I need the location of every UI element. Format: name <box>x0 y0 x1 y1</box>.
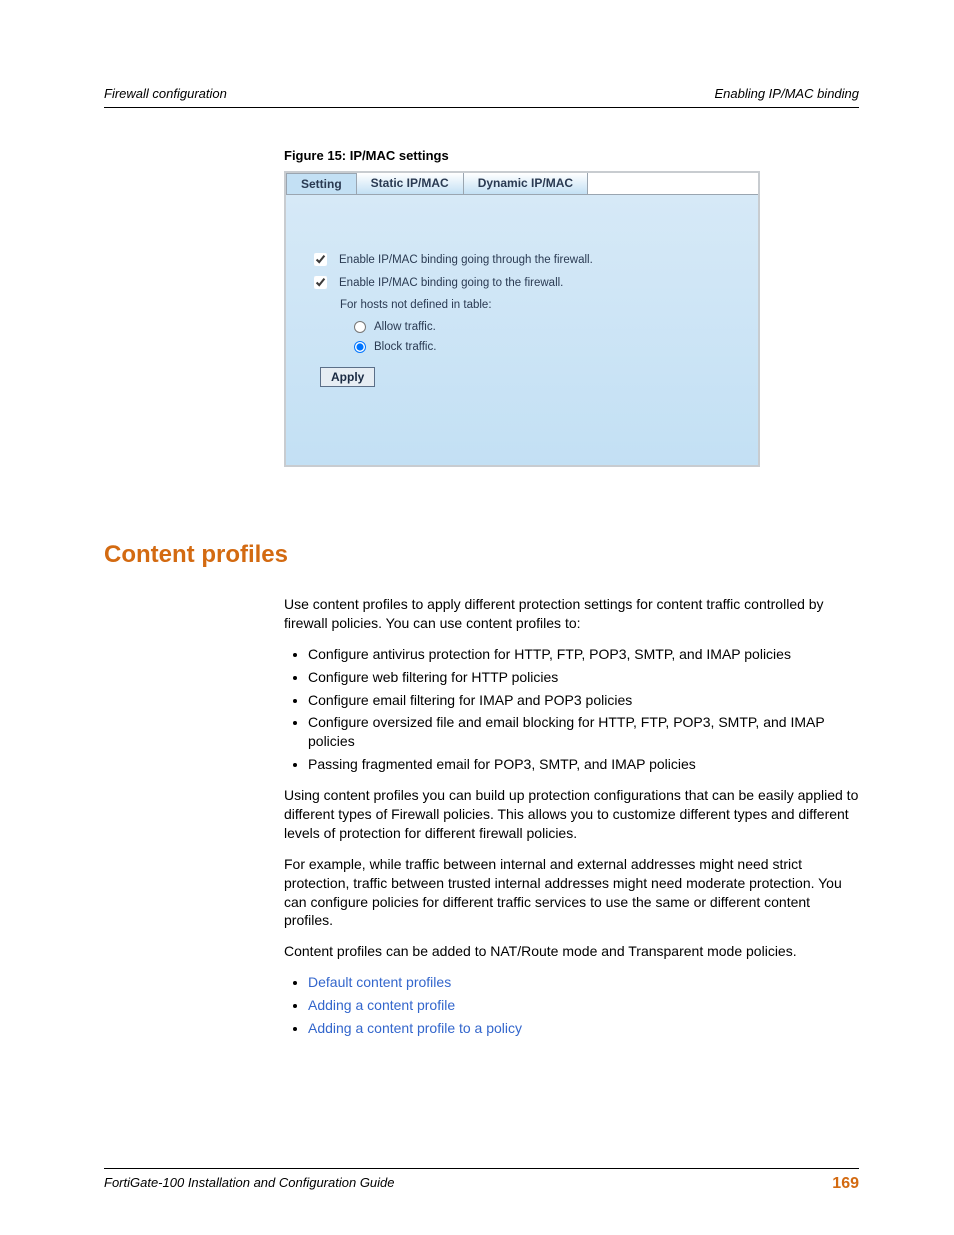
list-item: Configure email filtering for IMAP and P… <box>308 691 859 710</box>
radio-allow-traffic[interactable] <box>354 321 366 333</box>
paragraph: For example, while traffic between inter… <box>284 855 859 931</box>
label-undefined-hosts: For hosts not defined in table: <box>340 299 740 311</box>
radio-block-traffic[interactable] <box>354 341 366 353</box>
list-item: Default content profiles <box>308 973 859 992</box>
label-allow-traffic: Allow traffic. <box>374 321 436 333</box>
tab-setting[interactable]: Setting <box>286 173 357 194</box>
link-adding-content-profile-policy[interactable]: Adding a content profile to a policy <box>308 1020 522 1036</box>
page-header: Firewall configuration Enabling IP/MAC b… <box>104 86 859 108</box>
footer-guide-title: FortiGate-100 Installation and Configura… <box>104 1175 395 1193</box>
content-body: Use content profiles to apply different … <box>284 595 859 1038</box>
figure-ipmac-settings: Setting Static IP/MAC Dynamic IP/MAC Ena… <box>284 171 760 467</box>
list-item: Passing fragmented email for POP3, SMTP,… <box>308 755 859 774</box>
tab-bar: Setting Static IP/MAC Dynamic IP/MAC <box>286 173 758 195</box>
link-list: Default content profiles Adding a conten… <box>284 973 859 1038</box>
apply-button[interactable]: Apply <box>320 367 375 387</box>
list-item: Adding a content profile <box>308 996 859 1015</box>
link-adding-content-profile[interactable]: Adding a content profile <box>308 997 455 1013</box>
link-default-content-profiles[interactable]: Default content profiles <box>308 974 451 990</box>
list-item: Adding a content profile to a policy <box>308 1019 859 1038</box>
header-right: Enabling IP/MAC binding <box>714 86 859 101</box>
label-block-traffic: Block traffic. <box>374 341 436 353</box>
figure-caption: Figure 15: IP/MAC settings <box>284 148 859 163</box>
config-list: Configure antivirus protection for HTTP,… <box>284 645 859 774</box>
tab-static-ipmac[interactable]: Static IP/MAC <box>357 173 464 194</box>
tab-dynamic-ipmac[interactable]: Dynamic IP/MAC <box>464 173 588 194</box>
page-footer: FortiGate-100 Installation and Configura… <box>104 1168 859 1193</box>
label-enable-to: Enable IP/MAC binding going to the firew… <box>339 277 563 289</box>
checkbox-enable-to[interactable] <box>314 276 327 289</box>
settings-panel: Enable IP/MAC binding going through the … <box>286 195 758 465</box>
paragraph: Content profiles can be added to NAT/Rou… <box>284 942 859 961</box>
page-number: 169 <box>832 1175 859 1193</box>
list-item: Configure oversized file and email block… <box>308 713 859 751</box>
header-left: Firewall configuration <box>104 86 227 101</box>
paragraph: Using content profiles you can build up … <box>284 786 859 843</box>
section-heading-content-profiles: Content profiles <box>104 541 859 569</box>
checkbox-enable-through[interactable] <box>314 253 327 266</box>
list-item: Configure antivirus protection for HTTP,… <box>308 645 859 664</box>
label-enable-through: Enable IP/MAC binding going through the … <box>339 254 593 266</box>
list-item: Configure web filtering for HTTP policie… <box>308 668 859 687</box>
paragraph: Use content profiles to apply different … <box>284 595 859 633</box>
